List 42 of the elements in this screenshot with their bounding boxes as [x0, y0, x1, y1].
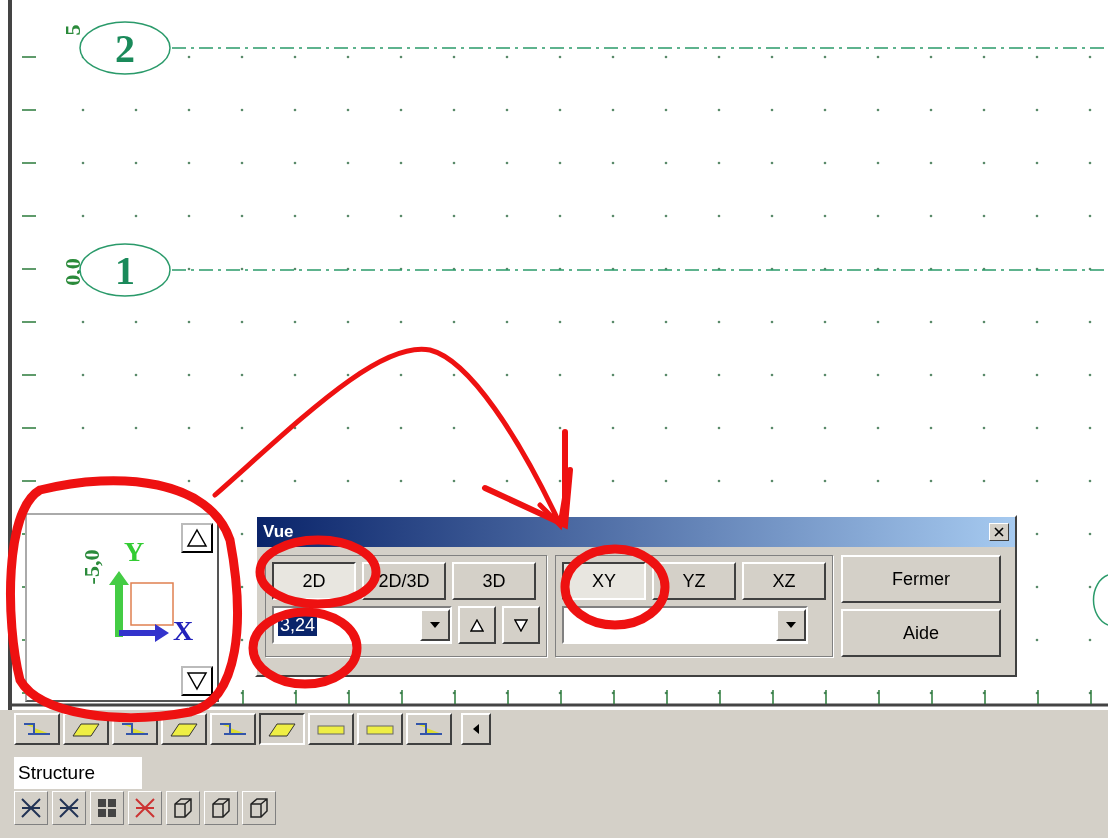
scroll-left-button[interactable]: [461, 713, 491, 745]
plane-button[interactable]: XZ: [742, 562, 826, 600]
down-arrow-button[interactable]: [181, 666, 213, 696]
zoom-in-button[interactable]: [458, 606, 496, 644]
toolbar-icon: [247, 796, 271, 820]
structure-field[interactable]: Structure: [14, 757, 142, 789]
grid-line-label: 1: [115, 248, 135, 293]
zoom-out-button[interactable]: [502, 606, 540, 644]
axis-label: Y: [124, 536, 145, 567]
dropdown-button[interactable]: [776, 609, 806, 641]
close-icon: [994, 527, 1004, 537]
plane-combo[interactable]: [562, 606, 808, 644]
grid-line-label: 2: [115, 26, 135, 71]
toolbar-icon: [209, 796, 233, 820]
toolbar-icon: [95, 796, 119, 820]
caret-icon: [786, 622, 796, 628]
axis-label: 5: [60, 24, 85, 36]
caret-icon: [430, 622, 440, 628]
dropdown-button[interactable]: [420, 609, 450, 641]
axis-label: 0,0: [60, 258, 85, 286]
view-mode-button[interactable]: 2D/3D: [362, 562, 446, 600]
axis-label: -5,0: [79, 549, 104, 585]
toolbar-icon: [133, 796, 157, 820]
triangle-icon: [514, 618, 528, 632]
view-mode-button[interactable]: 2D: [272, 562, 356, 600]
left-arrow-icon: [473, 724, 479, 734]
dialog-button[interactable]: Fermer: [841, 555, 1001, 603]
triangle-icon: [186, 671, 208, 691]
close-button[interactable]: [989, 523, 1009, 541]
toolbar-button[interactable]: [259, 713, 305, 745]
up-arrow-button[interactable]: [181, 523, 213, 553]
axes-drawing: [109, 571, 174, 642]
axis-label: X: [173, 615, 194, 646]
dialog-button[interactable]: Aide: [841, 609, 1001, 657]
toolbar-icon: [171, 796, 195, 820]
view-mode-button[interactable]: 3D: [452, 562, 536, 600]
triangle-icon: [186, 528, 208, 548]
toolbar-icon: [19, 796, 43, 820]
dialog-title: Vue: [263, 522, 294, 542]
toolbar-icon: [57, 796, 81, 820]
triangle-icon: [470, 618, 484, 632]
grid-line-bubble: [1092, 574, 1108, 626]
